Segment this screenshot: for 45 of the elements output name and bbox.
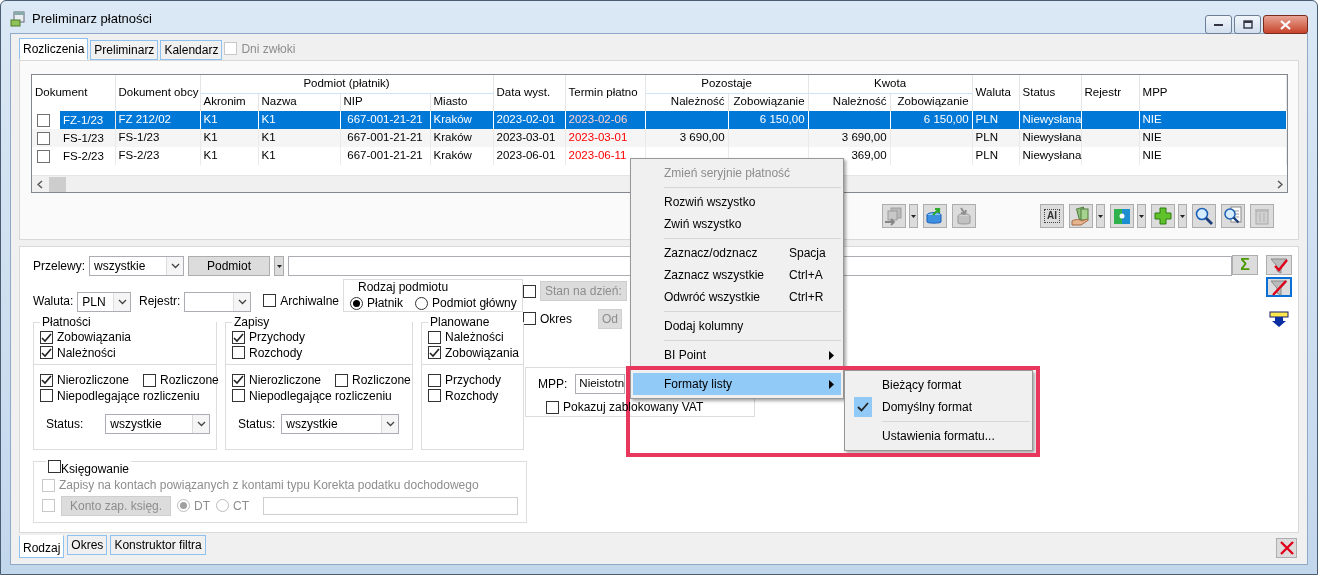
table-cell: FZ 212/02 (115, 111, 200, 129)
field-label: Status: (238, 416, 276, 432)
table-cell: NIE (1139, 129, 1287, 147)
table-cell: FS-1/23 (115, 129, 200, 147)
table-cell: 667-001-21-21 (340, 147, 430, 165)
field-label: Status: (46, 416, 84, 432)
table-cell: 2023-06-01 (493, 147, 566, 165)
field-label: Waluta: (33, 293, 74, 308)
table-cell: K1 (258, 129, 340, 147)
table-cell: FZ-1/23 (60, 111, 115, 129)
table-cell: PLN (972, 111, 1020, 129)
table-cell: K1 (200, 111, 258, 129)
table-cell: K1 (258, 147, 340, 165)
table-cell: 667-001-21-21 (340, 111, 430, 129)
table-cell: K1 (258, 111, 340, 129)
group-title: Zapisy (232, 315, 412, 330)
table-cell: 6 150,00 (890, 111, 973, 129)
table-cell: K1 (200, 147, 258, 165)
group-title: Rodzaj podmiotu (356, 280, 451, 295)
table-cell: Niewysłana (1019, 147, 1082, 165)
table-cell: PLN (972, 129, 1020, 147)
table-cell: NIE (1139, 111, 1287, 129)
table-cell: Kraków (430, 111, 494, 129)
table-cell: FS-2/23 (115, 147, 200, 165)
field-label: Rejestr: (139, 293, 181, 308)
table-cell: Niewysłana (1019, 129, 1082, 147)
table-cell-text: FS-1/23 (62, 131, 105, 146)
table-cell: K1 (200, 129, 258, 147)
window-title: Preliminarz płatności (32, 11, 152, 27)
field-label: MPP: (538, 376, 568, 392)
table-cell: 3 690,00 (645, 129, 729, 147)
table-cell: NIE (1139, 147, 1287, 165)
table-cell: 2023-03-01 (565, 129, 646, 147)
table-cell: 2023-02-01 (493, 111, 566, 129)
table-cell: PLN (972, 147, 1020, 165)
table-cell: 3 690,00 (808, 129, 891, 147)
table-cell: 6 150,00 (728, 111, 809, 129)
table-cell-text: FS-2/23 (62, 149, 105, 164)
table-cell: 2023-03-01 (493, 129, 566, 147)
table-cell: Niewysłana (1019, 111, 1082, 129)
table-cell: Kraków (430, 147, 494, 165)
table-cell: 667-001-21-21 (340, 129, 430, 147)
field-label: Przelewy: (33, 258, 85, 274)
table-cell: Kraków (430, 129, 494, 147)
table-cell: 2023-02-06 (565, 111, 646, 129)
